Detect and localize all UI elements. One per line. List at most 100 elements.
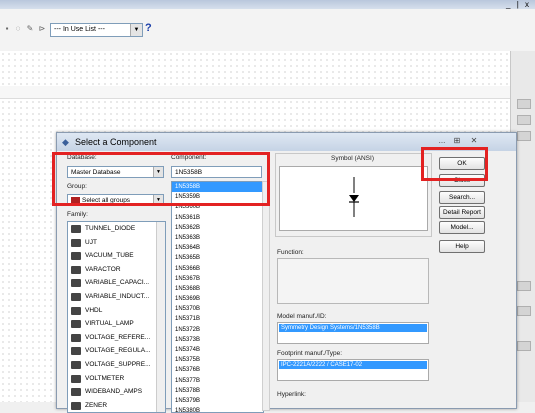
tool-icon[interactable]: ▪ — [2, 24, 12, 34]
vref-icon — [71, 333, 81, 342]
highlight-box-ok — [421, 147, 488, 181]
tube-icon — [71, 252, 81, 261]
maximize-button[interactable]: ⊞ — [450, 135, 464, 147]
vreg-icon — [71, 347, 81, 356]
diode-symbol-icon — [349, 177, 359, 217]
component-item[interactable]: 1N5373B — [172, 335, 263, 345]
component-item[interactable]: 1N5370B — [172, 304, 263, 314]
component-scrollbar[interactable] — [262, 181, 270, 411]
component-item[interactable]: 1N5369B — [172, 294, 263, 304]
footprint-value: IPC-2221A/2222 / CASE17-02 — [279, 361, 427, 369]
jfet-icon — [71, 238, 81, 247]
minimize-button[interactable]: ... — [435, 135, 449, 147]
diode-icon — [71, 225, 81, 233]
in-use-list-dropdown[interactable]: --- In Use List --- ▼ — [50, 23, 143, 37]
toolbar: ▪ ◌ ✎ ⊳ --- In Use List --- ▼ ? — [0, 9, 535, 52]
family-item-label: VARIABLE_CAPACI... — [85, 279, 150, 287]
family-item-label: TUNNEL_DIODE — [85, 225, 136, 232]
family-item[interactable]: VOLTMETER — [68, 372, 165, 386]
function-panel — [277, 258, 429, 304]
family-item-label: VOLTAGE_REGULA... — [85, 347, 151, 355]
family-list[interactable]: TUNNEL_DIODE UJT VACUUM_TUBE VARACTOR VARIAB… — [67, 221, 166, 413]
tool-icon[interactable]: ⊳ — [37, 24, 47, 34]
vsup-icon — [71, 360, 81, 369]
family-item[interactable]: ZENER — [68, 399, 165, 412]
family-item[interactable]: VOLTAGE_REGULA... — [68, 344, 165, 358]
family-item-label: VIRTUAL_LAMP — [85, 320, 134, 328]
close-icon[interactable]: ✕ — [467, 135, 481, 147]
in-use-list-value: --- In Use List --- — [54, 26, 105, 33]
component-item[interactable]: 1N5379B — [172, 396, 263, 406]
component-item[interactable]: 1N5366B — [172, 264, 263, 274]
family-item-label: VACUUM_TUBE — [85, 252, 134, 260]
component-item[interactable]: 1N5380B — [172, 406, 263, 412]
symbol-label: Symbol (ANSI) — [331, 155, 374, 162]
hyperlink-label: Hyperlink: — [277, 391, 306, 398]
instrument-icon[interactable] — [517, 341, 531, 351]
component-item[interactable]: 1N5364B — [172, 243, 263, 253]
component-list[interactable]: 1N5358B 1N5359B 1N5360B 1N5361B 1N5362B 1N536… — [171, 181, 264, 413]
detail-report-button[interactable]: Detail Report — [439, 206, 485, 219]
family-item-label: VHDL — [85, 306, 103, 314]
model-field[interactable]: Symmetry Design Systems/1N5358B — [277, 322, 429, 344]
tool-icon[interactable]: ◌ — [13, 24, 23, 34]
model-value: Symmetry Design Systems/1N5358B — [279, 324, 427, 332]
help-button[interactable]: Help — [439, 240, 485, 253]
dialog-title: Select a Component — [75, 137, 157, 147]
component-item[interactable]: 1N5361B — [172, 213, 263, 223]
window-title-bar: _ | x — [0, 0, 535, 9]
component-item[interactable]: 1N5365B — [172, 253, 263, 263]
tool-icon[interactable]: ✎ — [25, 24, 35, 34]
instrument-icon[interactable] — [517, 131, 531, 141]
family-label: Family: — [67, 211, 88, 218]
ind-icon — [71, 292, 81, 301]
family-item[interactable]: VHDL — [68, 304, 165, 318]
component-item[interactable]: 1N5368B — [172, 284, 263, 294]
chevron-down-icon[interactable]: ▼ — [130, 24, 142, 36]
family-item[interactable]: VOLTAGE_REFERE... — [68, 331, 165, 345]
family-item[interactable]: VARACTOR — [68, 263, 165, 277]
family-item[interactable]: TUNNEL_DIODE — [68, 222, 165, 236]
component-item[interactable]: 1N5378B — [172, 386, 263, 396]
family-item-label: WIDEBAND_AMPS — [85, 388, 143, 396]
family-item-label: ZENER — [85, 401, 108, 409]
lamp-icon — [71, 320, 81, 329]
family-item[interactable]: WIDEBAND_AMPS — [68, 385, 165, 399]
component-item[interactable]: 1N5372B — [172, 325, 263, 335]
highlight-box-selection — [52, 152, 270, 206]
model-label: Model manuf./ID: — [277, 313, 327, 320]
family-scrollbar[interactable] — [156, 222, 165, 412]
family-item-label: VOLTAGE_REFERE... — [85, 333, 151, 341]
window-controls[interactable]: _ | x — [506, 0, 531, 9]
component-item[interactable]: 1N5375B — [172, 355, 263, 365]
footprint-label: Footprint manuf./Type: — [277, 350, 343, 357]
component-item[interactable]: 1N5377B — [172, 376, 263, 386]
component-item[interactable]: 1N5374B — [172, 345, 263, 355]
instrument-icon[interactable] — [517, 306, 531, 316]
component-item[interactable]: 1N5376B — [172, 365, 263, 375]
component-item[interactable]: 1N5371B — [172, 314, 263, 324]
instrument-icon[interactable] — [517, 99, 531, 109]
component-item[interactable]: 1N5363B — [172, 233, 263, 243]
component-icon: ◆ — [62, 137, 69, 147]
varactor-icon — [71, 265, 81, 274]
function-label: Function: — [277, 249, 304, 256]
model-button[interactable]: Model... — [439, 221, 485, 234]
component-item[interactable]: 1N5362B — [172, 223, 263, 233]
family-item[interactable]: VACUUM_TUBE — [68, 249, 165, 263]
ruler — [0, 86, 510, 99]
footprint-field[interactable]: IPC-2221A/2222 / CASE17-02 — [277, 359, 429, 381]
instrument-icon[interactable] — [517, 281, 531, 291]
symbol-preview — [279, 166, 428, 231]
family-item[interactable]: VIRTUAL_LAMP — [68, 317, 165, 331]
zener-icon — [71, 401, 81, 410]
search-button[interactable]: Search... — [439, 191, 485, 204]
instrument-icon[interactable] — [517, 115, 531, 125]
component-item[interactable]: 1N5367B — [172, 274, 263, 284]
amp-icon — [71, 388, 81, 397]
family-item[interactable]: VARIABLE_CAPACI... — [68, 276, 165, 290]
family-item[interactable]: VOLTAGE_SUPPRE... — [68, 358, 165, 372]
help-icon[interactable]: ? — [145, 22, 152, 34]
family-item[interactable]: UJT — [68, 236, 165, 250]
family-item[interactable]: VARIABLE_INDUCT... — [68, 290, 165, 304]
